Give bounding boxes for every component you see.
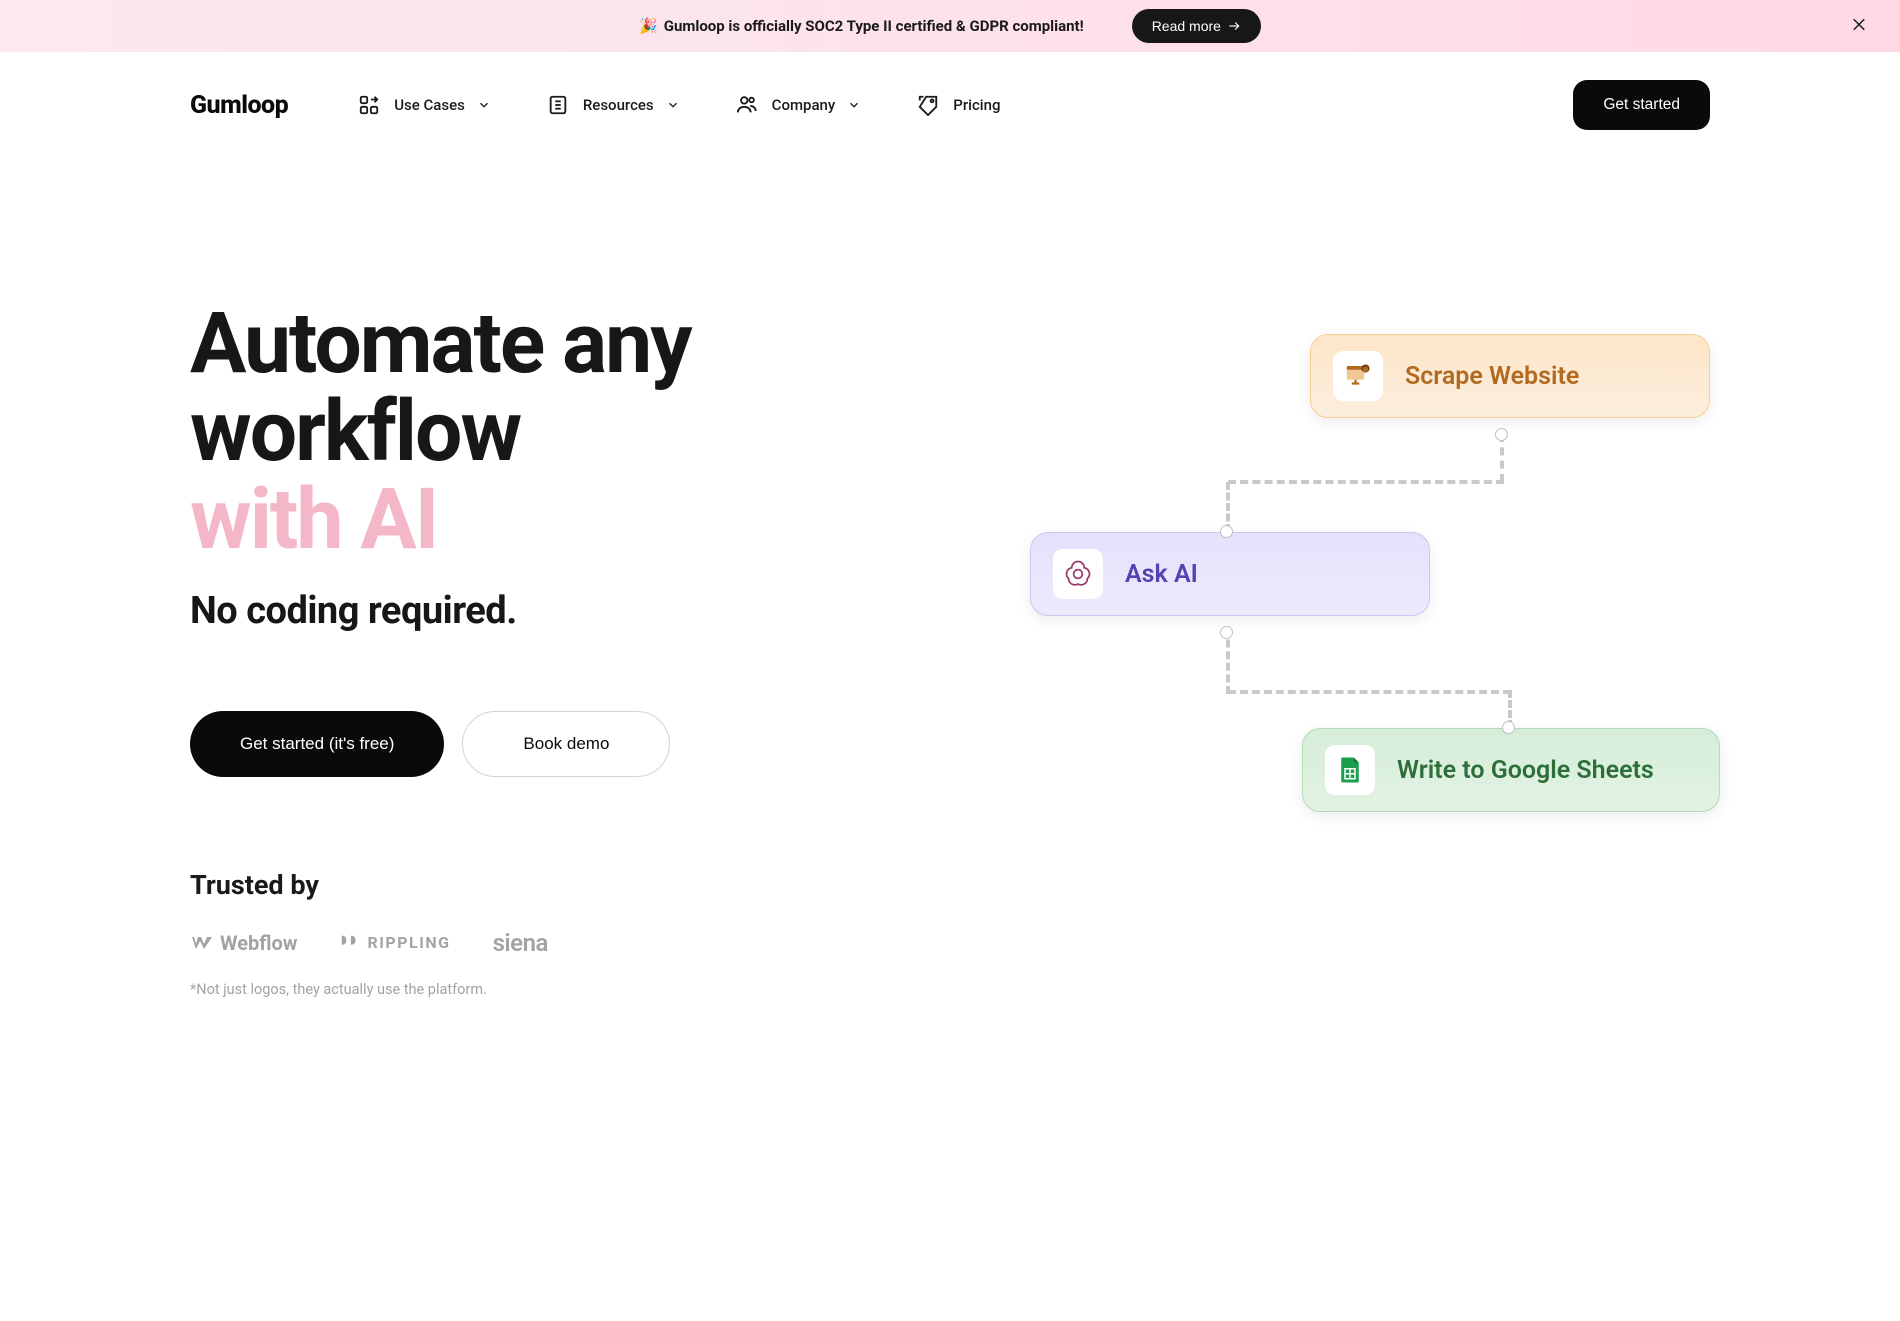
nav-menu: Use Cases Resources Company (358, 94, 1573, 116)
rippling-icon (339, 932, 361, 954)
rippling-label: RIPPLING (367, 933, 450, 952)
resources-icon (547, 94, 569, 116)
trusted-logos-row: Webflow RIPPLING siena (190, 929, 890, 957)
announcement-text: 🎉 Gumloop is officially SOC2 Type II cert… (639, 17, 1084, 35)
read-more-label: Read more (1152, 18, 1221, 34)
hero-section: Automate any workflow with AI No coding … (0, 130, 1900, 998)
nav-use-cases-label: Use Cases (394, 96, 465, 114)
nav-pricing[interactable]: Pricing (917, 94, 1000, 116)
workflow-card-askai[interactable]: Ask AI (1030, 532, 1430, 616)
webflow-icon (190, 931, 214, 955)
workflow-card-scrape-label: Scrape Website (1405, 362, 1579, 391)
connector-line (1500, 434, 1504, 482)
chevron-down-icon (477, 98, 491, 112)
hero-title-accent: with AI (190, 476, 890, 564)
workflow-card-askai-label: Ask AI (1125, 560, 1198, 589)
party-emoji-icon: 🎉 (639, 17, 658, 35)
announcement-banner: 🎉 Gumloop is officially SOC2 Type II cert… (0, 0, 1900, 52)
announcement-content: 🎉 Gumloop is officially SOC2 Type II cert… (639, 9, 1261, 43)
workflow-card-scrape[interactable]: 0 Scrape Website (1310, 334, 1710, 418)
workflow-canvas: 0 Scrape Website Ask AI Write to Google … (1030, 290, 1730, 850)
connector-line (1228, 690, 1511, 694)
company-icon (736, 94, 758, 116)
use-cases-icon (358, 94, 380, 116)
openai-icon (1053, 549, 1103, 599)
trusted-by-note: *Not just logos, they actually use the p… (190, 981, 890, 998)
workflow-card-sheets-label: Write to Google Sheets (1397, 756, 1654, 785)
hero-title-line1: Automate any (190, 294, 690, 393)
siena-label: siena (493, 929, 548, 957)
webflow-logo: Webflow (190, 931, 297, 955)
hero-illustration: 0 Scrape Website Ask AI Write to Google … (890, 300, 1710, 998)
nav-company[interactable]: Company (736, 94, 862, 116)
hero-title-line2: workflow (190, 382, 520, 481)
nav-resources-label: Resources (583, 96, 654, 114)
chevron-down-icon (666, 98, 680, 112)
webflow-label: Webflow (220, 931, 297, 955)
main-navigation: Gumloop Use Cases Resources Company (0, 52, 1900, 130)
nav-pricing-label: Pricing (953, 96, 1000, 114)
siena-logo: siena (493, 929, 548, 957)
trusted-by-title: Trusted by (190, 869, 890, 901)
nav-company-label: Company (772, 96, 836, 114)
nav-use-cases[interactable]: Use Cases (358, 94, 491, 116)
pricing-icon (917, 94, 939, 116)
connector-node (1495, 428, 1508, 441)
hero-cta-row: Get started (it's free) Book demo (190, 711, 890, 777)
hero-subtitle: No coding required. (190, 589, 890, 633)
nav-resources[interactable]: Resources (547, 94, 680, 116)
read-more-button[interactable]: Read more (1132, 9, 1261, 43)
scrape-website-icon: 0 (1333, 351, 1383, 401)
announcement-message: Gumloop is officially SOC2 Type II certi… (664, 17, 1084, 35)
get-started-button[interactable]: Get started (1573, 80, 1710, 130)
workflow-card-sheets[interactable]: Write to Google Sheets (1302, 728, 1720, 812)
svg-text:0: 0 (1364, 367, 1367, 373)
arrow-right-icon (1227, 19, 1241, 33)
cta-book-demo-button[interactable]: Book demo (462, 711, 670, 777)
rippling-logo: RIPPLING (339, 932, 450, 954)
chevron-down-icon (847, 98, 861, 112)
trusted-by-section: Trusted by Webflow RIPPLING siena *Not j… (190, 869, 890, 998)
hero-content: Automate any workflow with AI No coding … (190, 300, 890, 998)
brand-logo[interactable]: Gumloop (190, 91, 288, 120)
hero-title: Automate any workflow with AI (190, 300, 890, 565)
banner-close-button[interactable] (1846, 12, 1872, 41)
connector-node (1502, 721, 1515, 734)
close-icon (1850, 16, 1868, 34)
connector-node (1220, 525, 1233, 538)
google-sheets-icon (1325, 745, 1375, 795)
cta-get-started-button[interactable]: Get started (it's free) (190, 711, 444, 777)
connector-line (1228, 480, 1504, 484)
connector-node (1220, 626, 1233, 639)
